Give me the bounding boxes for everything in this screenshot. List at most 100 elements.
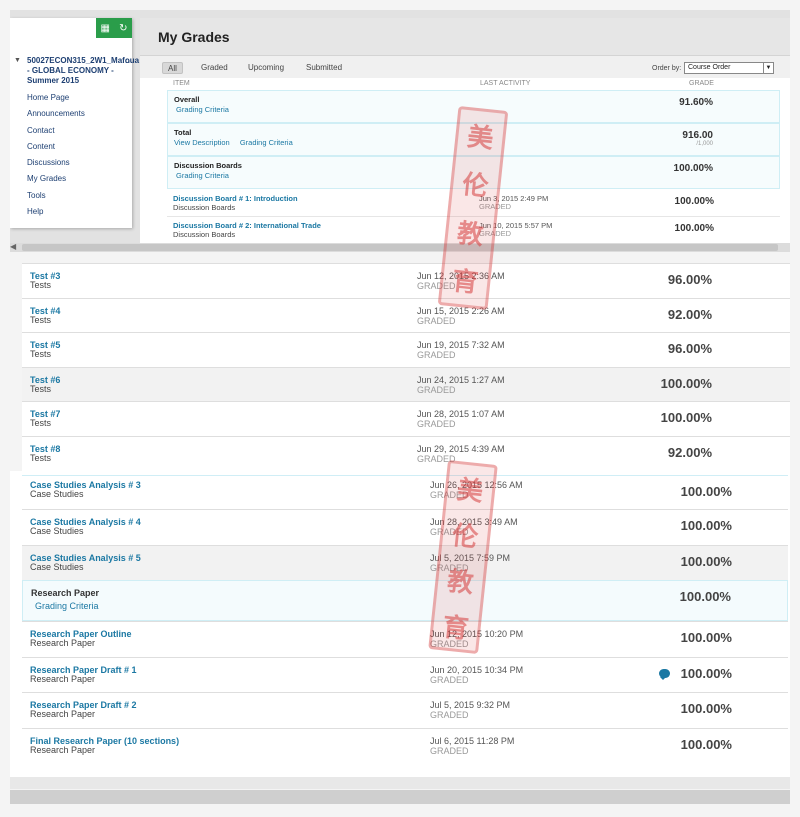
status-text: GRADED bbox=[417, 350, 456, 361]
scrollbar-thumb[interactable] bbox=[22, 244, 778, 251]
item-name[interactable]: Discussion Board # 2: International Trad… bbox=[173, 221, 321, 230]
horizontal-scrollbar[interactable]: ◀ bbox=[10, 242, 790, 252]
grade-value: 100.00% bbox=[674, 223, 714, 234]
grade-row: Test #6 Tests Jun 24, 2015 1:27 AM GRADE… bbox=[22, 366, 790, 402]
grading-criteria-link[interactable]: Grading Criteria bbox=[176, 105, 229, 114]
comment-bubble-icon[interactable] bbox=[659, 668, 670, 680]
menu-item-content[interactable]: Content bbox=[27, 141, 85, 157]
status-text: GRADED bbox=[479, 229, 512, 238]
status-text: GRADED bbox=[417, 419, 456, 430]
course-panel: ▦ ↻ ▼ ⌂ 50027ECON315_2W1_Mafoua - GLOBAL… bbox=[10, 10, 790, 245]
column-header-last-activity: LAST ACTIVITY bbox=[480, 80, 531, 87]
grade-value: 100.00% bbox=[680, 701, 732, 716]
edit-mode-icon[interactable]: ▦ bbox=[101, 23, 110, 34]
chevron-down-icon: ▼ bbox=[763, 63, 773, 73]
item-name: Total bbox=[174, 128, 192, 137]
item-links: Grading Criteria bbox=[35, 601, 99, 611]
grade-row: Test #8 Tests Jun 29, 2015 4:39 AM GRADE… bbox=[22, 436, 790, 471]
status-text: GRADED bbox=[479, 202, 512, 211]
grade-value: 100.00% bbox=[679, 589, 731, 604]
last-activity-date: Jun 28, 2015 3:49 AM bbox=[430, 517, 518, 527]
grade-value: 100.00% bbox=[660, 375, 712, 391]
grade-row: Research Paper Draft # 2 Research Paper … bbox=[22, 692, 788, 728]
menu-item-discussions[interactable]: Discussions bbox=[27, 157, 85, 173]
page-header: My Grades bbox=[140, 18, 790, 56]
item-category: Research Paper bbox=[30, 744, 96, 755]
points-possible: /1,000 bbox=[696, 141, 713, 147]
grading-criteria-link[interactable]: Grading Criteria bbox=[240, 138, 293, 147]
grade-row: Test #3 Tests Jun 12, 2015 2:36 AM GRADE… bbox=[22, 263, 790, 298]
grade-value: 100.00% bbox=[680, 518, 732, 533]
last-activity-date: Jun 19, 2015 7:32 AM bbox=[417, 340, 505, 351]
last-activity-date: Jun 12, 2015 10:20 PM bbox=[430, 629, 524, 639]
refresh-icon[interactable]: ↻ bbox=[119, 23, 127, 34]
scroll-left-icon[interactable]: ◀ bbox=[10, 242, 16, 251]
item-name: Overall bbox=[174, 95, 200, 104]
grade-row-total: Total View Description Grading Criteria … bbox=[167, 123, 780, 156]
grade-value: 100.00% bbox=[680, 630, 732, 645]
last-activity-date: Jul 6, 2015 11:28 PM bbox=[430, 735, 515, 746]
status-text: GRADED bbox=[430, 745, 469, 756]
status-text: GRADED bbox=[417, 315, 456, 326]
grade-row: Discussion Board # 1: Introduction Discu… bbox=[167, 190, 780, 217]
item-category: Case Studies bbox=[30, 489, 84, 499]
grade-row: Case Studies Analysis # 5 Case Studies J… bbox=[22, 544, 788, 580]
item-category: Tests bbox=[30, 383, 52, 394]
last-activity-date: Jun 24, 2015 1:27 AM bbox=[417, 374, 505, 385]
course-title[interactable]: ▼ ⌂ 50027ECON315_2W1_Mafoua - GLOBAL ECO… bbox=[14, 56, 139, 86]
item-category: Research Paper bbox=[30, 673, 96, 684]
grade-row: Final Research Paper (10 sections) Resea… bbox=[22, 727, 788, 764]
last-activity-date: Jun 28, 2015 1:07 AM bbox=[417, 409, 505, 420]
item-name[interactable]: Discussion Board # 1: Introduction bbox=[173, 194, 298, 203]
menu-item-contact[interactable]: Contact bbox=[27, 125, 85, 141]
grade-row: Discussion Board # 2: International Trad… bbox=[167, 217, 780, 244]
sidebar-toolbar: ▦ ↻ bbox=[96, 18, 132, 38]
column-headers: ITEM LAST ACTIVITY GRADE bbox=[140, 78, 790, 90]
item-links: Grading Criteria bbox=[176, 105, 237, 114]
filter-tab-graded[interactable]: Graded bbox=[196, 62, 233, 74]
status-text: GRADED bbox=[430, 562, 469, 573]
grade-value: 92.00% bbox=[667, 445, 712, 460]
grade-value: 916.00 bbox=[682, 130, 713, 141]
grade-row: Research Paper Draft # 1 Research Paper … bbox=[22, 656, 788, 693]
grade-value: 100.00% bbox=[660, 410, 712, 426]
filter-tab-upcoming[interactable]: Upcoming bbox=[243, 62, 289, 74]
last-activity-date: Jul 5, 2015 7:59 PM bbox=[430, 552, 511, 563]
order-by-select[interactable]: Course Order ▼ bbox=[684, 62, 774, 74]
item-name: Discussion Boards bbox=[174, 161, 242, 170]
status-text: GRADED bbox=[417, 281, 456, 291]
screenshot-stage: ▦ ↻ ▼ ⌂ 50027ECON315_2W1_Mafoua - GLOBAL… bbox=[0, 0, 800, 817]
menu-item-help[interactable]: Help bbox=[27, 206, 85, 222]
menu-item-tools[interactable]: Tools bbox=[27, 190, 85, 206]
view-description-link[interactable]: View Description bbox=[174, 138, 230, 147]
filter-bar: All Graded Upcoming Submitted Order by: … bbox=[140, 56, 790, 78]
filter-tab-submitted[interactable]: Submitted bbox=[301, 62, 347, 74]
collapse-triangle-icon[interactable]: ▼ bbox=[14, 56, 21, 66]
item-category: Discussion Boards bbox=[173, 230, 236, 239]
grade-value: 92.00% bbox=[667, 306, 712, 322]
course-menu: Home Page Announcements Contact Content … bbox=[27, 92, 85, 222]
home-icon[interactable]: ⌂ bbox=[125, 56, 130, 66]
menu-item-my-grades[interactable]: My Grades bbox=[27, 173, 85, 189]
grade-row: Research Paper Outline Research Paper Ju… bbox=[22, 621, 788, 657]
status-text: GRADED bbox=[417, 454, 456, 464]
item-links: Grading Criteria bbox=[176, 171, 237, 180]
menu-item-announcements[interactable]: Announcements bbox=[27, 108, 85, 124]
item-category: Tests bbox=[30, 280, 52, 290]
status-text: GRADED bbox=[417, 384, 456, 395]
menu-item-home-page[interactable]: Home Page bbox=[27, 92, 85, 108]
column-header-grade: GRADE bbox=[689, 80, 714, 87]
filter-tab-all[interactable]: All bbox=[162, 62, 183, 74]
grade-value: 96.00% bbox=[667, 272, 712, 287]
status-text: GRADED bbox=[430, 527, 469, 537]
order-by-label: Order by: bbox=[652, 65, 682, 72]
status-text: GRADED bbox=[430, 674, 469, 685]
order-by-value: Course Order bbox=[688, 64, 731, 71]
course-sidebar: ▦ ↻ ▼ ⌂ 50027ECON315_2W1_Mafoua - GLOBAL… bbox=[10, 18, 139, 228]
item-category: Case Studies bbox=[30, 526, 84, 536]
grading-criteria-link[interactable]: Grading Criteria bbox=[176, 171, 229, 180]
item-category: Case Studies bbox=[30, 561, 84, 572]
item-category: Research Paper bbox=[30, 709, 96, 719]
grading-criteria-link[interactable]: Grading Criteria bbox=[35, 601, 99, 611]
grade-value: 100.00% bbox=[673, 163, 713, 174]
